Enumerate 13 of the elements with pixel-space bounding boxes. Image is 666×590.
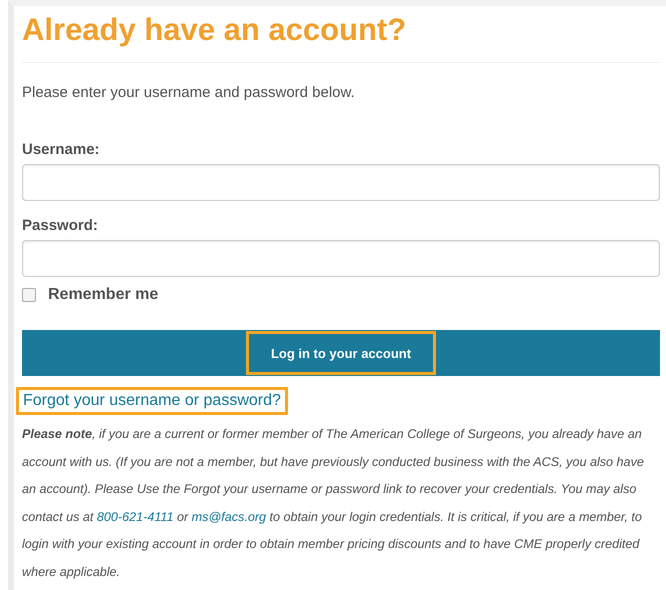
intro-text: Please enter your username and password below. [22,84,356,101]
note-paragraph: Please note, if you are a current or former member of The American College of Surgeons, you already have an account with us. (If you are not a member, but have previously conducted business with the ACS, you also have an account). Please Use the Forgot your username or password link to recover your credentials. You may also contact us at 800-621-4111 or ms@facs.org to obtain your login credentials. It is critical, if you are a member, to login with your existing account in order to obtain member pricing discounts and to have CME properly credited where applicable. [22,426,645,581]
checkbox[interactable] [22,288,36,302]
page-heading: Already have an account? [22,11,408,49]
checkbox-label: Remember me [48,286,158,304]
forgot-password-link[interactable]: Forgot your username or password? [16,387,288,415]
field-label: Username: [22,141,101,158]
contact-link[interactable]: ms@facs.org [192,510,266,524]
input-field[interactable] [22,240,660,277]
field-label: Password: [22,217,99,234]
contact-link[interactable]: 800-621-4111 [96,510,174,524]
login-button[interactable]: Log in to your account [246,331,436,375]
input-field[interactable] [22,164,660,201]
